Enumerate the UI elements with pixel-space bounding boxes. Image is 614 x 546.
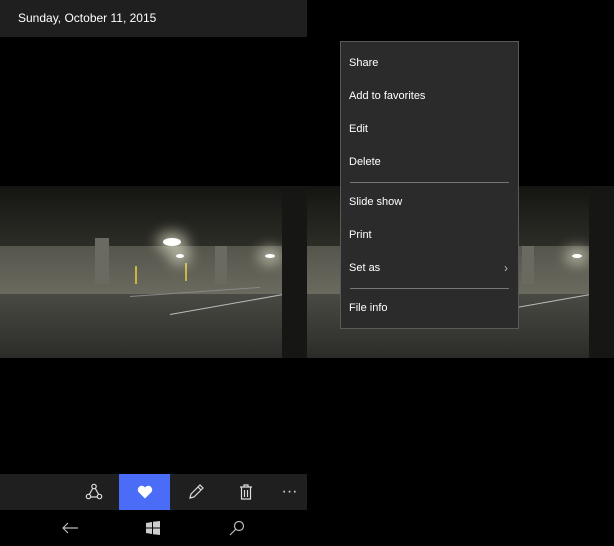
- photo-viewer-pane: Sunday, October 11, 2015 ···: [0, 0, 307, 546]
- app-bar: ···: [0, 474, 307, 510]
- trash-icon: [239, 484, 252, 500]
- system-nav-bar: [0, 510, 307, 546]
- back-button[interactable]: [50, 510, 90, 546]
- menu-item-delete[interactable]: Delete: [341, 146, 518, 179]
- favorite-button[interactable]: [119, 474, 170, 510]
- pencil-icon: [188, 484, 204, 499]
- edit-button[interactable]: [170, 474, 221, 510]
- menu-item-label: Add to favorites: [349, 90, 426, 102]
- menu-item-label: Print: [349, 229, 372, 241]
- photo-header: Sunday, October 11, 2015: [0, 0, 307, 37]
- menu-item-set-as[interactable]: Set as ›: [341, 252, 518, 285]
- photo-image[interactable]: [0, 186, 307, 358]
- menu-item-label: Share: [349, 57, 379, 69]
- share-icon: [85, 483, 102, 500]
- start-button[interactable]: [133, 510, 173, 546]
- search-icon: [229, 520, 245, 536]
- search-button[interactable]: [217, 510, 257, 546]
- menu-item-label: Slide show: [349, 196, 403, 208]
- menu-separator: [350, 288, 509, 289]
- menu-item-label: File info: [349, 302, 388, 314]
- share-button[interactable]: [68, 474, 119, 510]
- back-icon: [62, 522, 78, 534]
- menu-separator: [350, 182, 509, 183]
- menu-item-label: Edit: [349, 123, 368, 135]
- heart-icon: [137, 485, 152, 499]
- windows-icon: [146, 521, 160, 535]
- chevron-right-icon: ›: [504, 261, 508, 275]
- more-icon: ···: [281, 483, 298, 500]
- photo-date: Sunday, October 11, 2015: [18, 11, 157, 25]
- menu-item-label: Delete: [349, 156, 381, 168]
- menu-item-edit[interactable]: Edit: [341, 113, 518, 146]
- menu-item-slide-show[interactable]: Slide show: [341, 186, 518, 219]
- menu-item-share[interactable]: Share: [341, 47, 518, 80]
- menu-item-add-to-favorites[interactable]: Add to favorites: [341, 80, 518, 113]
- menu-item-print[interactable]: Print: [341, 219, 518, 252]
- menu-item-label: Set as: [349, 262, 381, 274]
- menu-item-file-info[interactable]: File info: [341, 292, 518, 325]
- context-menu: Share Add to favorites Edit Delete Slide…: [340, 41, 519, 329]
